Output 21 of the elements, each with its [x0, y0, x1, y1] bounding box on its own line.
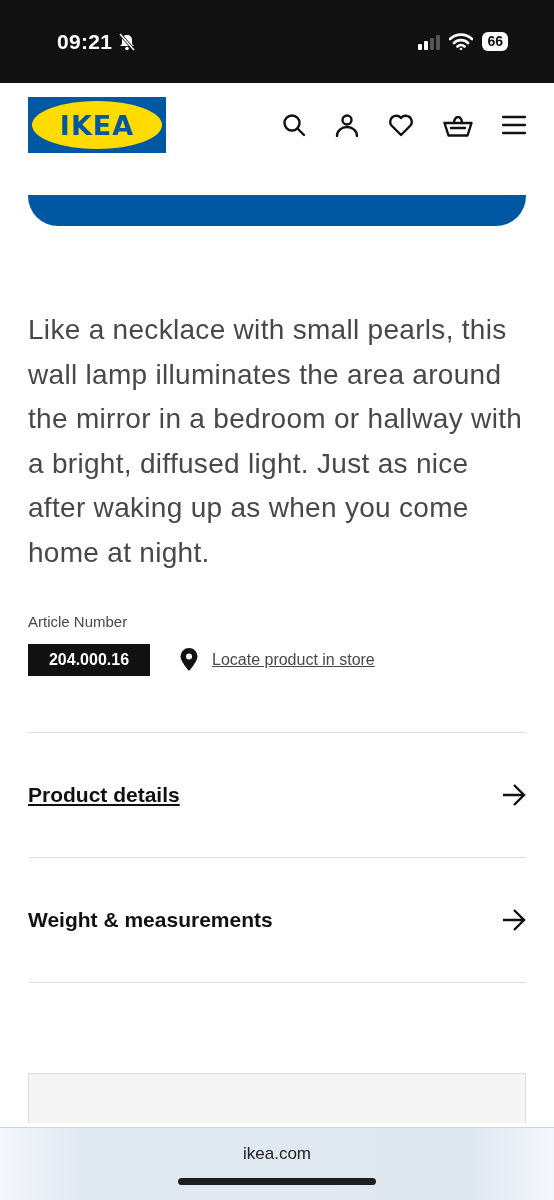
battery-level: 66	[482, 32, 508, 51]
ikea-logo[interactable]: IKEA	[28, 97, 166, 153]
menu-icon[interactable]	[502, 115, 526, 135]
arrow-right-icon[interactable]	[502, 908, 526, 931]
section-link[interactable]: Weight & measurements	[28, 907, 273, 932]
locate-product-link[interactable]: Locate product in store	[212, 650, 375, 669]
signal-icon	[418, 33, 441, 50]
basket-icon[interactable]	[443, 113, 473, 137]
product-description: Like a necklace with small pearls, this wall lamp illuminates the area around the mirror in a bedroom or hallway with a bright, diffused light. Just as nice after waking up as when you come home at night.	[28, 313, 524, 570]
section-link[interactable]: Product details	[28, 782, 180, 807]
arrow-right-icon[interactable]	[502, 783, 526, 806]
article-number: 204.000.16	[28, 643, 150, 676]
wifi-icon	[449, 33, 474, 50]
article-number-label: Article Number	[28, 612, 129, 630]
location-pin-icon	[180, 648, 198, 672]
browser-url[interactable]: ikea.com	[243, 1144, 311, 1164]
person-icon[interactable]	[335, 113, 359, 137]
search-icon[interactable]	[282, 113, 306, 137]
clock-time: 09:21	[57, 29, 113, 54]
primary-button[interactable]	[28, 195, 526, 226]
heart-icon[interactable]	[388, 113, 414, 137]
